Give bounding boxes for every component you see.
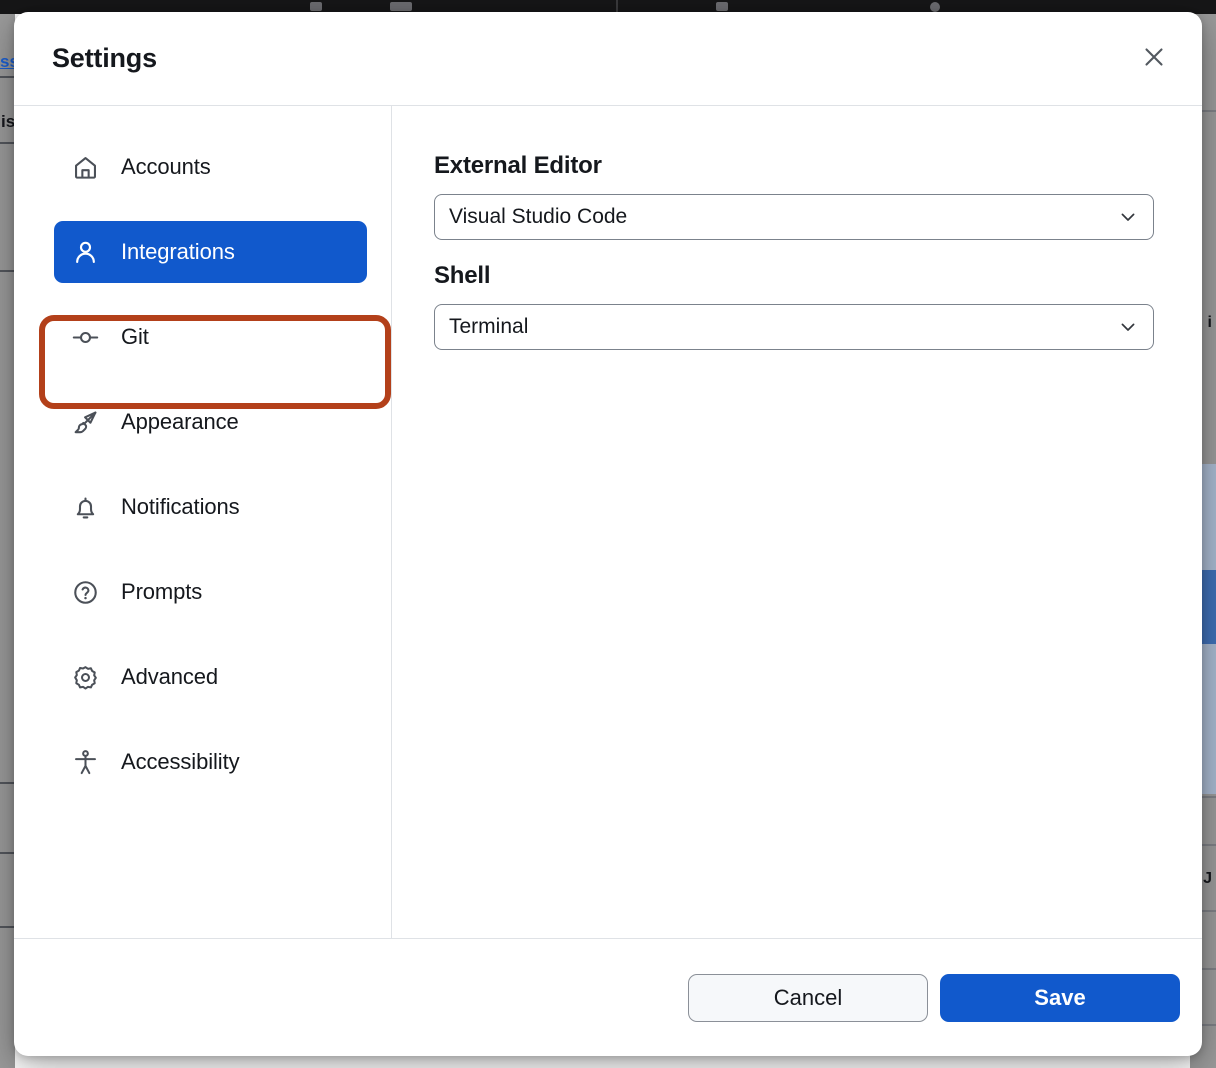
background-left-link: ss [0, 52, 14, 72]
page-title: Settings [52, 43, 157, 74]
background-left-divider [0, 852, 15, 854]
background-left-divider [0, 782, 15, 784]
background-right-glyph: i [1208, 314, 1212, 332]
settings-sidebar: Accounts Integrations [14, 106, 392, 938]
accessibility-icon [70, 747, 100, 777]
background-titlebar-icon-1 [310, 2, 322, 11]
sidebar-item-label: Git [121, 324, 149, 350]
chevron-down-icon [1118, 207, 1138, 227]
close-icon [1143, 46, 1165, 71]
sidebar-item-advanced[interactable]: Advanced [54, 646, 367, 708]
gear-icon [70, 662, 100, 692]
sidebar-item-label: Advanced [121, 664, 218, 690]
background-left-divider [0, 926, 15, 928]
shell-select[interactable]: Terminal [434, 304, 1154, 350]
dialog-header: Settings [14, 12, 1202, 106]
save-button[interactable]: Save [940, 974, 1180, 1022]
sidebar-item-label: Integrations [121, 239, 235, 265]
sidebar-item-accessibility[interactable]: Accessibility [54, 731, 367, 793]
sidebar-item-notifications[interactable]: Notifications [54, 476, 367, 538]
background-titlebar-icon-3 [716, 2, 728, 11]
sidebar-item-label: Notifications [121, 494, 240, 520]
sidebar-item-git[interactable]: Git [54, 306, 367, 368]
sidebar-item-accounts[interactable]: Accounts [54, 136, 367, 198]
paintbrush-icon [70, 407, 100, 437]
background-titlebar-icon-2 [390, 2, 412, 11]
close-button[interactable] [1132, 37, 1176, 81]
bell-icon [70, 492, 100, 522]
dialog-body: Accounts Integrations [14, 106, 1202, 938]
external-editor-label: External Editor [434, 152, 1154, 180]
background-left-text: is [1, 112, 14, 132]
git-commit-icon [70, 322, 100, 352]
sidebar-item-appearance[interactable]: Appearance [54, 391, 367, 453]
person-icon [70, 237, 100, 267]
sidebar-item-label: Accessibility [121, 749, 240, 775]
dialog-footer: Cancel Save [14, 938, 1202, 1056]
external-editor-value: Visual Studio Code [449, 205, 627, 229]
question-circle-icon [70, 577, 100, 607]
background-left-divider [0, 142, 15, 144]
settings-dialog: Settings Accounts [14, 12, 1202, 1056]
background-left-divider [0, 76, 15, 78]
external-editor-select[interactable]: Visual Studio Code [434, 194, 1154, 240]
chevron-down-icon [1118, 317, 1138, 337]
sidebar-item-label: Appearance [121, 409, 239, 435]
background-left-divider [0, 270, 15, 272]
cancel-button[interactable]: Cancel [688, 974, 928, 1022]
background-right-glyph: J [1203, 870, 1212, 888]
shell-label: Shell [434, 262, 1154, 290]
settings-content-panel: External Editor Visual Studio Code Shell… [392, 106, 1202, 938]
sidebar-item-integrations[interactable]: Integrations [54, 221, 367, 283]
shell-value: Terminal [449, 315, 528, 339]
sidebar-item-label: Accounts [121, 154, 211, 180]
sidebar-item-label: Prompts [121, 579, 202, 605]
sidebar-item-prompts[interactable]: Prompts [54, 561, 367, 623]
home-icon [70, 152, 100, 182]
background-left-column: ss is [0, 14, 15, 1068]
background-titlebar-icon-4 [930, 2, 940, 12]
